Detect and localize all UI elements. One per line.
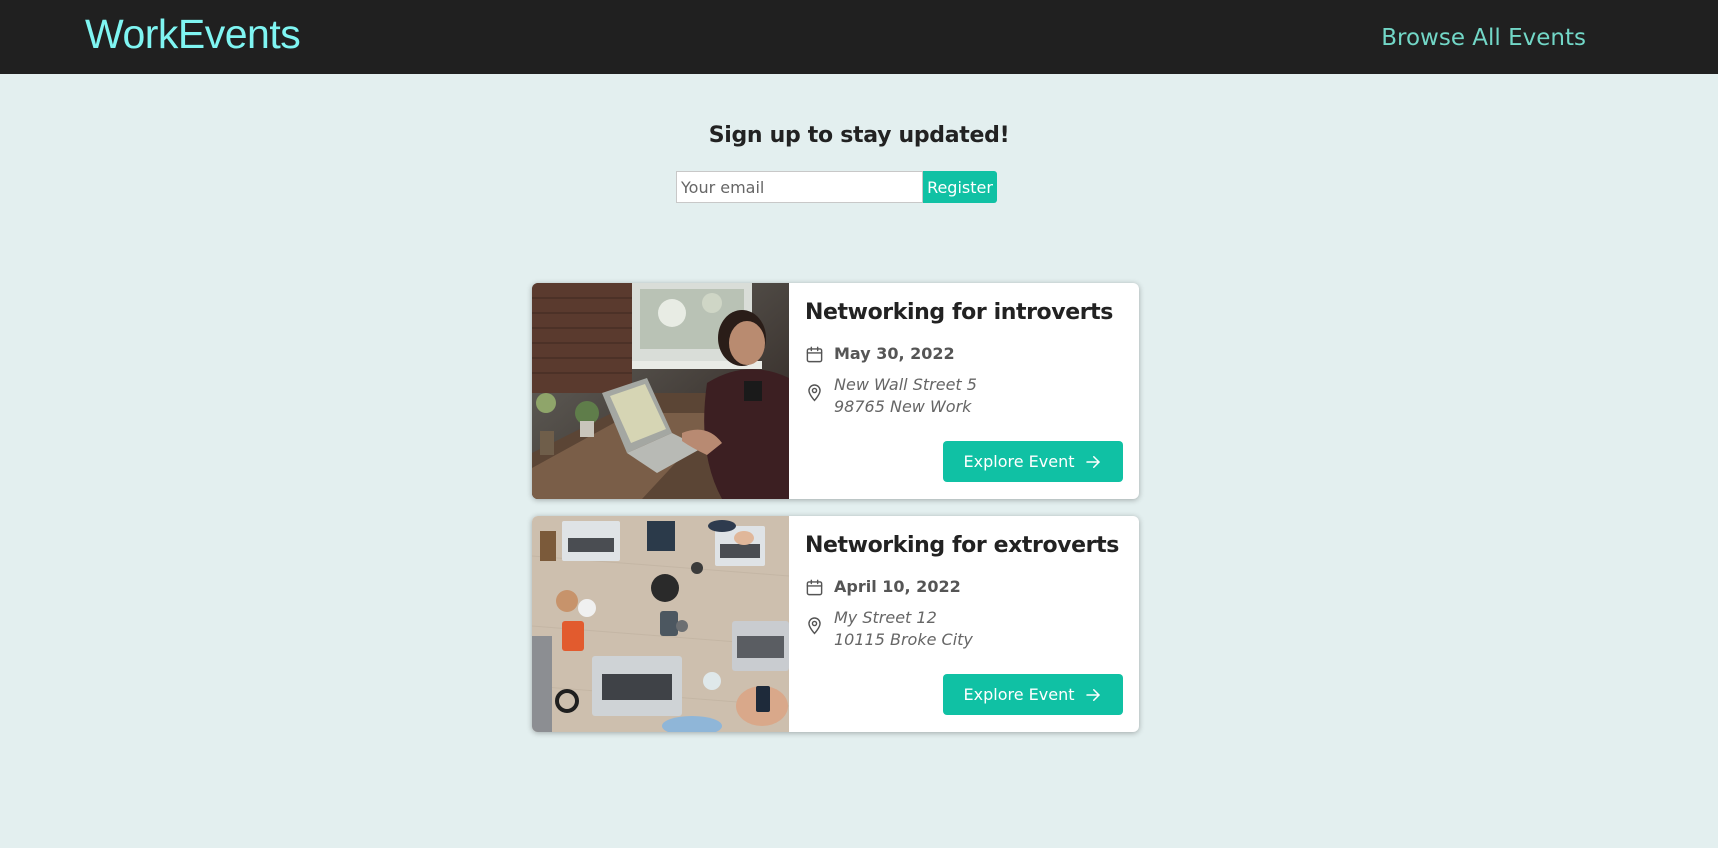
register-button[interactable]: Register	[923, 171, 997, 203]
explore-event-label: Explore Event	[963, 452, 1075, 471]
email-input[interactable]	[676, 171, 923, 203]
event-title: Networking for extroverts	[805, 533, 1119, 558]
arrow-right-icon	[1086, 455, 1101, 468]
arrow-right-icon	[1086, 688, 1101, 701]
calendar-icon	[806, 346, 823, 362]
event-date: April 10, 2022	[805, 575, 961, 599]
event-address: My Street 12 10115 Broke City	[805, 607, 973, 651]
address-line-1: My Street 12	[834, 608, 937, 627]
logo[interactable]: WorkEvents	[85, 10, 301, 58]
event-address: New Wall Street 5 98765 New Work	[805, 374, 977, 418]
event-date: May 30, 2022	[805, 342, 955, 366]
event-date-text: April 10, 2022	[834, 577, 961, 596]
event-card: Networking for extroverts April 10, 2022…	[532, 516, 1139, 732]
address-line-2: 10115 Broke City	[834, 630, 973, 649]
person-working-on-laptop-photo	[532, 283, 789, 499]
map-pin-icon	[808, 617, 821, 635]
signup-section: Sign up to stay updated! Register	[0, 118, 1718, 203]
event-image	[532, 516, 789, 732]
explore-event-label: Explore Event	[963, 685, 1075, 704]
event-card: Networking for introverts May 30, 2022 N…	[532, 283, 1139, 499]
event-details: Networking for introverts May 30, 2022 N…	[805, 283, 1125, 499]
explore-event-button[interactable]: Explore Event	[943, 674, 1123, 715]
event-details: Networking for extroverts April 10, 2022…	[805, 516, 1125, 732]
site-header: WorkEvents Browse All Events	[0, 0, 1718, 74]
explore-event-button[interactable]: Explore Event	[943, 441, 1123, 482]
team-laptops-on-table-photo	[532, 516, 789, 732]
address-line-1: New Wall Street 5	[834, 375, 977, 394]
signup-title: Sign up to stay updated!	[708, 123, 1010, 148]
signup-form: Register	[676, 171, 997, 203]
event-image	[532, 283, 789, 499]
event-title: Networking for introverts	[805, 300, 1113, 325]
browse-all-events-link[interactable]: Browse All Events	[1381, 22, 1586, 54]
event-date-text: May 30, 2022	[834, 344, 955, 363]
address-line-2: 98765 New Work	[834, 397, 972, 416]
map-pin-icon	[808, 384, 821, 402]
calendar-icon	[806, 579, 823, 595]
